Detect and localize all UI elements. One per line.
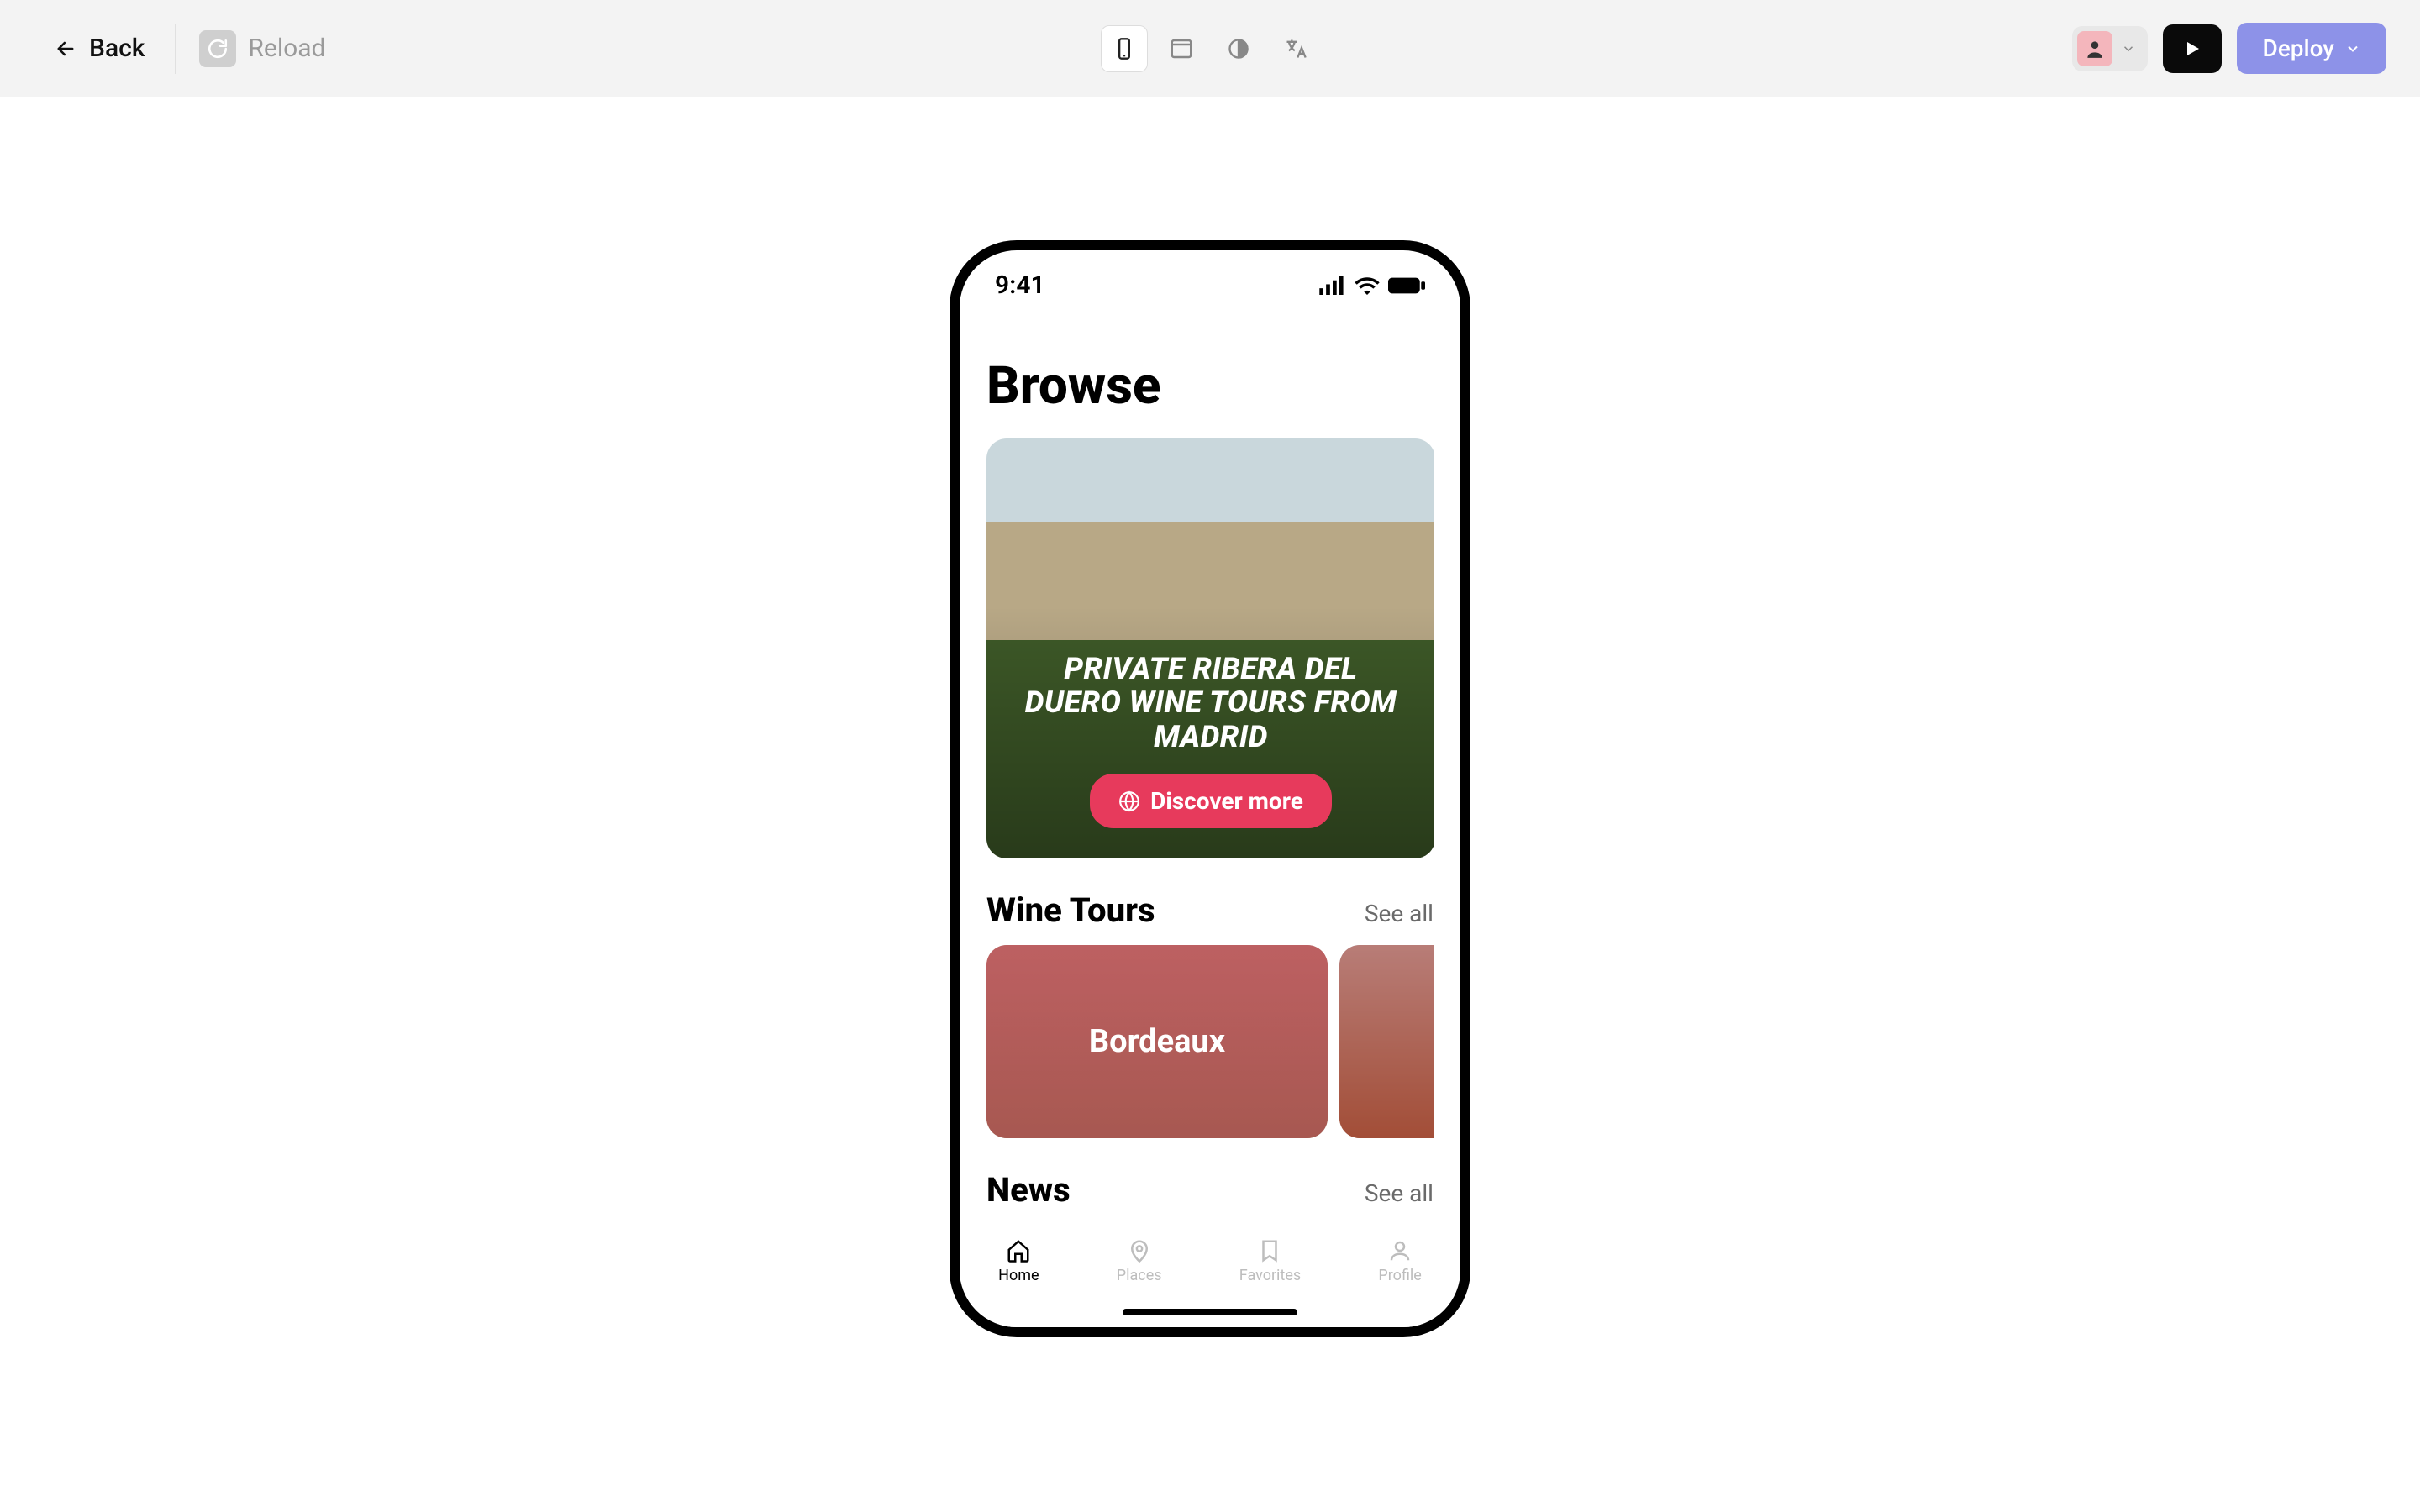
phone-icon — [1113, 37, 1136, 60]
pin-icon — [1127, 1238, 1152, 1263]
reload-label: Reload — [248, 34, 325, 63]
user-icon — [1387, 1238, 1413, 1263]
device-toggle-group — [1101, 25, 1319, 72]
wifi-icon — [1355, 276, 1380, 295]
play-icon — [2182, 39, 2202, 59]
deploy-button[interactable]: Deploy — [2237, 23, 2386, 74]
category-label: Bordeaux — [1089, 1023, 1225, 1060]
category-carousel[interactable]: Bordeaux Do — [986, 945, 1434, 1138]
home-icon — [1006, 1238, 1031, 1263]
tab-favorites[interactable]: Favorites — [1239, 1238, 1301, 1284]
app-content: Browse PRIVATE RIBERA DEL DUERO WINE TOU… — [960, 305, 1460, 1210]
see-all-link[interactable]: See all — [1365, 1179, 1434, 1207]
play-button[interactable] — [2163, 24, 2222, 73]
tablet-icon — [1169, 36, 1194, 61]
tab-label: Favorites — [1239, 1267, 1301, 1284]
phone-frame: 9:41 Browse PRIVATE RIBERA DEL DUERO WIN… — [950, 240, 1470, 1337]
tab-label: Places — [1117, 1267, 1162, 1284]
tab-profile[interactable]: Profile — [1378, 1238, 1421, 1284]
avatar-person-icon — [2084, 38, 2106, 60]
preview-canvas: 9:41 Browse PRIVATE RIBERA DEL DUERO WIN… — [0, 97, 2420, 1337]
category-image — [1339, 945, 1434, 1138]
tab-label: Home — [998, 1267, 1039, 1284]
reload-icon — [207, 38, 229, 60]
tab-home[interactable]: Home — [998, 1238, 1039, 1284]
tab-bar: Home Places Favorites Profile — [960, 1226, 1460, 1327]
chevron-down-icon — [2121, 41, 2136, 56]
locale-button[interactable] — [1272, 25, 1319, 72]
chevron-down-icon — [2344, 40, 2361, 57]
tab-label: Profile — [1378, 1267, 1421, 1284]
hero-carousel[interactable]: PRIVATE RIBERA DEL DUERO WINE TOURS FROM… — [986, 438, 1434, 858]
device-phone-button[interactable] — [1101, 25, 1148, 72]
globe-icon — [1118, 790, 1140, 812]
reload-icon-box — [199, 30, 236, 67]
bookmark-icon — [1257, 1238, 1282, 1263]
category-card-bordeaux[interactable]: Bordeaux — [986, 945, 1328, 1138]
battery-icon — [1388, 276, 1425, 295]
cellular-icon — [1319, 276, 1346, 295]
reload-button[interactable]: Reload — [186, 30, 339, 67]
discover-label: Discover more — [1150, 787, 1303, 815]
back-button[interactable]: Back — [34, 34, 165, 63]
translate-icon — [1284, 37, 1307, 60]
hero-card[interactable]: PRIVATE RIBERA DEL DUERO WINE TOURS FROM… — [986, 438, 1434, 858]
status-bar: 9:41 — [960, 250, 1460, 305]
theme-toggle-button[interactable] — [1215, 25, 1262, 72]
hero-title: PRIVATE RIBERA DEL DUERO WINE TOURS FROM… — [986, 652, 1434, 753]
tab-places[interactable]: Places — [1117, 1238, 1162, 1284]
avatar — [2077, 31, 2112, 66]
category-card-next[interactable]: Do — [1339, 945, 1434, 1138]
status-time: 9:41 — [995, 270, 1045, 300]
section-head-news: News See all — [986, 1170, 1434, 1210]
page-title: Browse — [986, 355, 1434, 417]
discover-button[interactable]: Discover more — [1090, 774, 1332, 828]
deploy-label: Deploy — [2262, 34, 2334, 62]
toolbar-right-group: Deploy — [2072, 23, 2386, 74]
arrow-left-icon — [54, 37, 77, 60]
contrast-icon — [1227, 37, 1250, 60]
see-all-link[interactable]: See all — [1365, 900, 1434, 927]
home-indicator — [1123, 1309, 1297, 1315]
toolbar-divider — [175, 24, 176, 74]
section-head-wine-tours: Wine Tours See all — [986, 890, 1434, 930]
top-toolbar: Back Reload Deploy — [0, 0, 2420, 97]
back-label: Back — [89, 34, 145, 63]
section-title: News — [986, 1170, 1071, 1210]
section-title: Wine Tours — [986, 890, 1155, 930]
status-right — [1319, 276, 1425, 295]
device-tablet-button[interactable] — [1158, 25, 1205, 72]
account-dropdown[interactable] — [2072, 26, 2148, 71]
